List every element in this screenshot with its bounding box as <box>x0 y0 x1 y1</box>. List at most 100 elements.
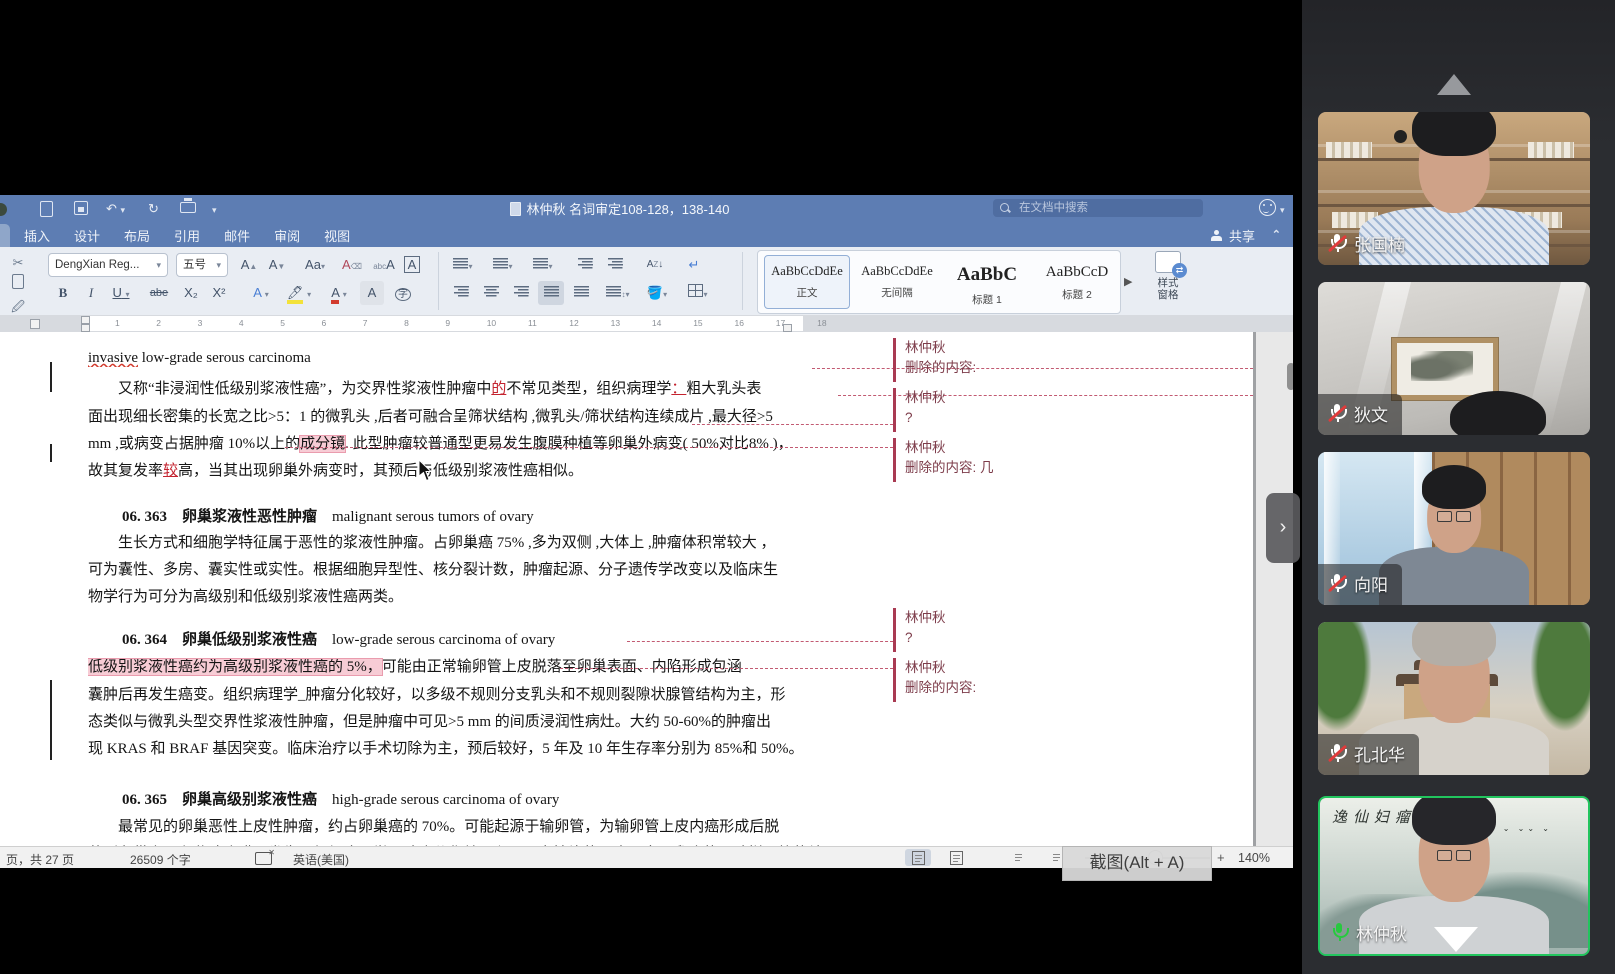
scroll-down-icon[interactable] <box>1434 927 1478 952</box>
save-icon[interactable] <box>74 201 88 215</box>
panel-collapse-button[interactable]: › <box>1266 493 1300 563</box>
document-line[interactable]: 物学行为可分为高级别和低级别浆液性癌两类。 <box>88 585 403 606</box>
style-card-标题 2[interactable]: AaBbCcD标题 2 <box>1034 255 1120 309</box>
document-line[interactable]: 面出现细长密集的长宽之比>5：1 的微乳头 ,后者可融合呈筛状结构 ,微乳头/筛… <box>88 405 773 426</box>
vertical-scrollbar[interactable] <box>1256 332 1293 846</box>
collapse-ribbon-icon[interactable]: ⌃ <box>1272 228 1281 241</box>
participant-video-林仲秋[interactable]: 逸仙妇瘤⌄ ⌄ ⌄⌄ ⌄林仲秋 <box>1318 796 1590 956</box>
grow-font-button[interactable]: A▲ <box>236 253 262 277</box>
sort-button[interactable]: AZ↓ <box>640 253 670 277</box>
document-line[interactable]: 故其复发率较高，当其出现卵巢外病变时，其预后与低级别浆液性癌相似。 <box>88 459 583 480</box>
right-indent-marker[interactable] <box>783 324 792 332</box>
multilevel-list-button[interactable]: ▾ <box>528 253 558 277</box>
document-page[interactable]: invasive low-grade serous carcinoma 又称“非… <box>0 332 1253 846</box>
strikethrough-button[interactable]: abe <box>144 281 174 305</box>
enclose-characters-button[interactable]: 字 <box>390 281 416 305</box>
first-line-indent-marker[interactable] <box>81 316 90 324</box>
font-name-select[interactable]: DengXian Reg...▾ <box>48 253 168 277</box>
participant-video-向阳[interactable]: 向阳 <box>1318 452 1590 605</box>
decrease-indent-button[interactable] <box>572 253 598 277</box>
bullet-list-button[interactable]: ▾ <box>448 253 478 277</box>
font-size-select[interactable]: 五号▾ <box>176 253 228 277</box>
outline-view-icon[interactable] <box>1005 849 1031 866</box>
scroll-up-icon[interactable] <box>1437 74 1471 95</box>
document-heading[interactable]: 06. 363 卵巢浆液性恶性肿瘤 malignant serous tumor… <box>88 505 534 526</box>
revision-comment[interactable]: 林仲秋删除的内容: <box>905 658 976 698</box>
tab-home-partial[interactable] <box>0 224 10 247</box>
superscript-button[interactable]: X² <box>206 281 232 305</box>
document-line[interactable]: 可为囊性、多房、囊实性或实性。根据细胞异型性、核分裂计数，肿瘤起源、分子遗传学改… <box>88 558 778 579</box>
numbered-list-button[interactable]: ▾ <box>488 253 518 277</box>
justify-button[interactable] <box>538 281 564 305</box>
word-count[interactable]: 26509 个字 <box>130 851 191 868</box>
phonetic-guide-button[interactable]: abcA <box>370 253 398 277</box>
tab-selector-icon[interactable] <box>30 319 40 329</box>
document-line[interactable]: 囊肿后再发生癌变。组织病理学_肿瘤分化较好，以多级不规则分支乳头和不规则裂隙状腺… <box>88 683 786 704</box>
tab-邮件[interactable]: 邮件 <box>212 222 262 247</box>
document-line[interactable]: 现 KRAS 和 BRAF 基因突变。临床治疗以手术切除为主，预后较好，5 年及… <box>88 737 803 758</box>
revision-comment[interactable]: 林仲秋删除的内容: <box>905 338 976 378</box>
document-line[interactable]: invasive low-grade serous carcinoma <box>88 350 311 367</box>
increase-indent-button[interactable] <box>602 253 628 277</box>
change-case-button[interactable]: Aa▾ <box>298 253 332 277</box>
highlight-button[interactable]: 🖊 ▾ <box>282 281 316 305</box>
redo-icon[interactable]: ↻ <box>148 200 159 217</box>
language-status[interactable]: 英语(美国) <box>293 851 349 868</box>
subscript-button[interactable]: X₂ <box>178 281 204 305</box>
print-layout-view-icon[interactable] <box>905 849 931 866</box>
italic-button[interactable]: I <box>80 281 102 305</box>
text-effects-button[interactable]: A ▾ <box>244 281 278 305</box>
paragraph-direction-button[interactable]: ↵ <box>680 253 708 277</box>
scrollbar-thumb[interactable] <box>1287 363 1293 390</box>
traffic-light-icon[interactable] <box>0 203 7 216</box>
tab-引用[interactable]: 引用 <box>162 222 212 247</box>
page-count[interactable]: 页，共 27 页 <box>6 851 74 868</box>
participant-video-张国楠[interactable]: 张国楠 <box>1318 112 1590 265</box>
participant-video-狄文[interactable]: 狄文 <box>1318 282 1590 435</box>
document-heading[interactable]: 06. 365 卵巢高级别浆液性癌 high-grade serous carc… <box>88 788 559 809</box>
document-heading[interactable]: 06. 364 卵巢低级别浆液性癌 low-grade serous carci… <box>88 628 555 649</box>
print-icon[interactable] <box>180 198 196 213</box>
shrink-font-button[interactable]: A▼ <box>264 253 290 277</box>
borders-button[interactable]: ▾ <box>682 281 714 305</box>
feedback-smiley-icon[interactable] <box>1259 199 1276 216</box>
zoom-level[interactable]: 140% <box>1238 851 1270 865</box>
document-line[interactable]: mm ,或病变占据肿瘤 10%以上的成分镜. 此型肿瘤较普通型更易发生腹膜种植等… <box>88 432 793 453</box>
toolbar-options-icon[interactable]: ▾ <box>212 200 217 219</box>
web-layout-view-icon[interactable] <box>943 849 969 866</box>
cut-icon[interactable]: ✂ <box>6 251 30 275</box>
align-center-button[interactable] <box>478 281 504 305</box>
clear-formatting-button[interactable]: A⌫ <box>338 253 366 277</box>
revision-comment[interactable]: 林仲秋删除的内容: 几 <box>905 438 994 478</box>
style-pane-button[interactable]: ⇄ 样式窗格 <box>1140 251 1196 301</box>
document-line[interactable]: 生长方式和细胞学特征属于恶性的浆液性肿瘤。占卵巢癌 75% ,多为双侧 ,大体上… <box>88 531 776 552</box>
document-line[interactable]: 态类似与微乳头型交界性浆液性肿瘤，但是肿瘤中可见>5 mm 的间质浸润性病灶。大… <box>88 710 771 731</box>
character-border-button[interactable]: A <box>400 253 424 277</box>
styles-gallery-more-icon[interactable]: ▶ <box>1124 275 1132 288</box>
tab-布局[interactable]: 布局 <box>112 222 162 247</box>
underline-button[interactable]: U ▾ <box>106 281 136 305</box>
style-card-无间隔[interactable]: AaBbCcDdEe无间隔 <box>854 255 940 309</box>
distribute-button[interactable] <box>568 281 594 305</box>
bold-button[interactable]: B <box>52 281 74 305</box>
revision-comment[interactable]: 林仲秋? <box>905 388 946 428</box>
tab-审阅[interactable]: 审阅 <box>262 222 312 247</box>
share-button[interactable]: 共享 <box>1211 226 1255 245</box>
search-input[interactable]: 在文档中搜索 <box>993 199 1203 217</box>
undo-icon[interactable]: ↶ ▾ <box>106 200 125 219</box>
document-line[interactable]: 又称“非浸润性低级别浆液性癌”，为交界性浆液性肿瘤中的不常见类型，组织病理学：粗… <box>88 377 761 398</box>
align-right-button[interactable] <box>508 281 534 305</box>
tab-视图[interactable]: 视图 <box>312 222 362 247</box>
style-card-标题 1[interactable]: AaBbC标题 1 <box>944 255 1030 309</box>
proofing-icon[interactable] <box>255 852 272 865</box>
tab-设计[interactable]: 设计 <box>62 222 112 247</box>
revision-comment[interactable]: 林仲秋? <box>905 608 946 648</box>
char-shading-button[interactable]: A <box>360 281 384 305</box>
clipboard-icon[interactable] <box>6 273 30 297</box>
document-line[interactable]: 最常见的卵巢恶性上皮性肿瘤，约占卵巢癌的 70%。可能起源于输卵管，为输卵管上皮… <box>88 815 779 836</box>
new-document-icon[interactable] <box>40 201 53 217</box>
ruler[interactable]: 123456789101112131415161718 <box>0 315 1293 332</box>
document-line[interactable]: 低级别浆液性癌约为高级别浆液性癌的 5%，可能由正常输卵管上皮脱落至卵巢表面、内… <box>88 655 742 676</box>
font-color-button[interactable]: A ▾ <box>322 281 356 305</box>
shading-button[interactable]: 🪣▾ <box>642 281 672 305</box>
